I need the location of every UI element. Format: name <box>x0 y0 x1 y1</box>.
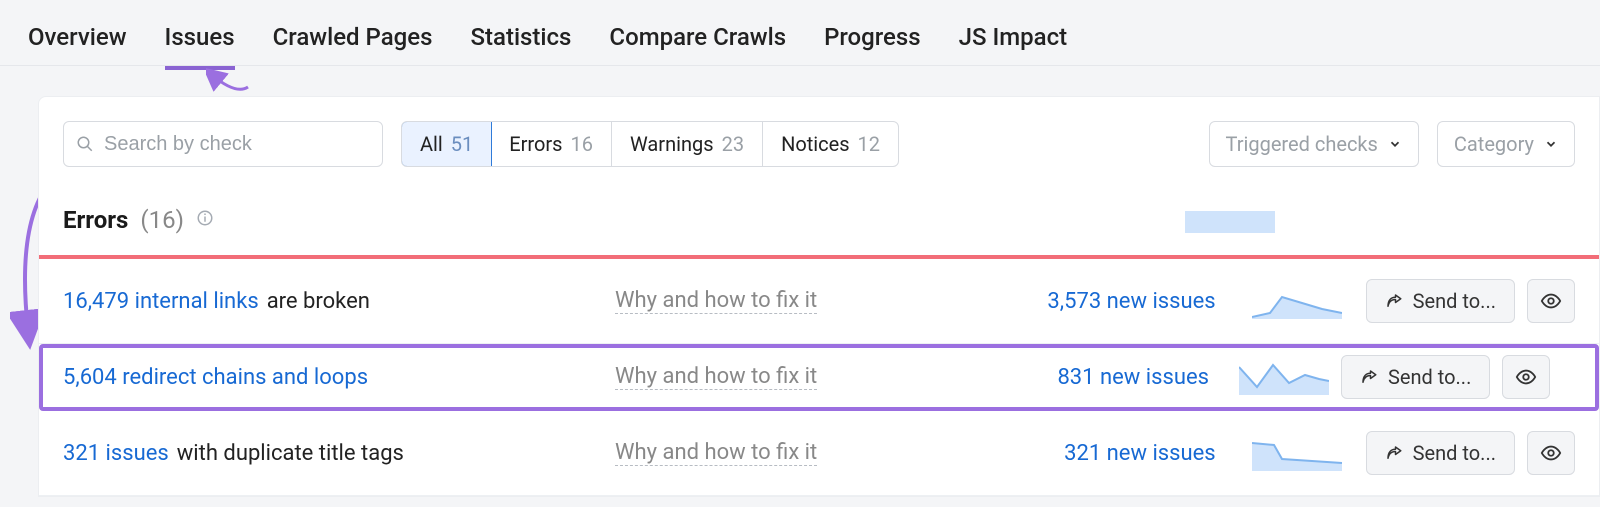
tab-overview[interactable]: Overview <box>28 23 127 69</box>
sparkline-icon <box>1252 283 1342 319</box>
filter-errors[interactable]: Errors 16 <box>491 122 612 166</box>
sparkline-icon <box>1185 203 1275 237</box>
why-and-how-link[interactable]: Why and how to fix it <box>615 440 817 466</box>
panel-toolbar: All 51 Errors 16 Warnings 23 Notices 12 … <box>39 97 1599 181</box>
issue-row: 321 issues with duplicate title tags Why… <box>39 411 1599 496</box>
filter-count: 16 <box>571 132 593 156</box>
eye-icon <box>1540 442 1562 464</box>
send-to-button[interactable]: Send to... <box>1366 431 1515 475</box>
filter-label: Errors <box>509 132 562 156</box>
view-button[interactable] <box>1502 355 1550 399</box>
chevron-down-icon <box>1544 137 1558 151</box>
filter-group: All 51 Errors 16 Warnings 23 Notices 12 <box>401 121 899 167</box>
issue-description: 321 issues with duplicate title tags <box>63 441 603 466</box>
tab-crawled-pages[interactable]: Crawled Pages <box>273 23 433 69</box>
send-to-button[interactable]: Send to... <box>1366 279 1515 323</box>
chevron-down-icon <box>1388 137 1402 151</box>
issue-suffix: are broken <box>267 289 370 314</box>
issue-link[interactable]: 5,604 redirect chains and loops <box>63 365 368 390</box>
search-input[interactable] <box>104 133 370 156</box>
filter-label: Warnings <box>630 132 714 156</box>
view-button[interactable] <box>1527 431 1575 475</box>
issue-row-highlighted: 5,604 redirect chains and loops Why and … <box>39 344 1599 411</box>
main-tabs: Overview Issues Crawled Pages Statistics… <box>0 0 1600 66</box>
share-arrow-icon <box>1360 368 1378 386</box>
search-icon <box>76 135 94 153</box>
send-to-button[interactable]: Send to... <box>1341 355 1490 399</box>
filter-label: All <box>420 132 443 156</box>
filter-label: Notices <box>781 132 849 156</box>
errors-section-header: Errors (16) <box>39 181 1599 255</box>
send-to-label: Send to... <box>1413 441 1496 465</box>
why-and-how-link[interactable]: Why and how to fix it <box>615 288 817 314</box>
sparkline-icon <box>1239 359 1329 395</box>
annotation-arrow-icon <box>206 65 256 97</box>
info-icon[interactable] <box>196 209 214 232</box>
tab-issues[interactable]: Issues <box>165 23 235 69</box>
filter-count: 51 <box>451 132 473 156</box>
filter-count: 12 <box>858 132 880 156</box>
filter-warnings[interactable]: Warnings 23 <box>612 122 763 166</box>
tab-compare-crawls[interactable]: Compare Crawls <box>609 23 786 69</box>
search-input-container[interactable] <box>63 121 383 167</box>
tab-js-impact[interactable]: JS Impact <box>959 23 1067 69</box>
why-and-how-link[interactable]: Why and how to fix it <box>615 364 817 390</box>
issue-description: 5,604 redirect chains and loops <box>63 365 603 390</box>
send-to-label: Send to... <box>1413 289 1496 313</box>
issue-suffix: with duplicate title tags <box>177 441 404 466</box>
tab-progress[interactable]: Progress <box>824 23 921 69</box>
issue-link[interactable]: 321 issues <box>63 441 169 466</box>
section-count: (16) <box>140 206 184 234</box>
issue-link[interactable]: 16,479 internal links <box>63 289 259 314</box>
share-arrow-icon <box>1385 444 1403 462</box>
tab-statistics[interactable]: Statistics <box>470 23 571 69</box>
eye-icon <box>1515 366 1537 388</box>
filter-notices[interactable]: Notices 12 <box>763 122 898 166</box>
eye-icon <box>1540 290 1562 312</box>
view-button[interactable] <box>1527 279 1575 323</box>
filter-all[interactable]: All 51 <box>401 121 492 167</box>
send-to-label: Send to... <box>1388 365 1471 389</box>
new-issues-link[interactable]: 3,573 new issues <box>1047 289 1215 314</box>
dropdown-label: Category <box>1454 132 1534 156</box>
triggered-checks-dropdown[interactable]: Triggered checks <box>1209 121 1419 167</box>
issue-row: 16,479 internal links are broken Why and… <box>39 259 1599 344</box>
sparkline-icon <box>1252 435 1342 471</box>
filter-count: 23 <box>722 132 744 156</box>
issues-panel: All 51 Errors 16 Warnings 23 Notices 12 … <box>38 96 1600 497</box>
dropdown-label: Triggered checks <box>1226 132 1378 156</box>
category-dropdown[interactable]: Category <box>1437 121 1575 167</box>
section-title: Errors <box>63 206 128 234</box>
issue-description: 16,479 internal links are broken <box>63 289 603 314</box>
new-issues-link[interactable]: 831 new issues <box>1057 365 1209 390</box>
share-arrow-icon <box>1385 292 1403 310</box>
new-issues-link[interactable]: 321 new issues <box>1064 441 1216 466</box>
